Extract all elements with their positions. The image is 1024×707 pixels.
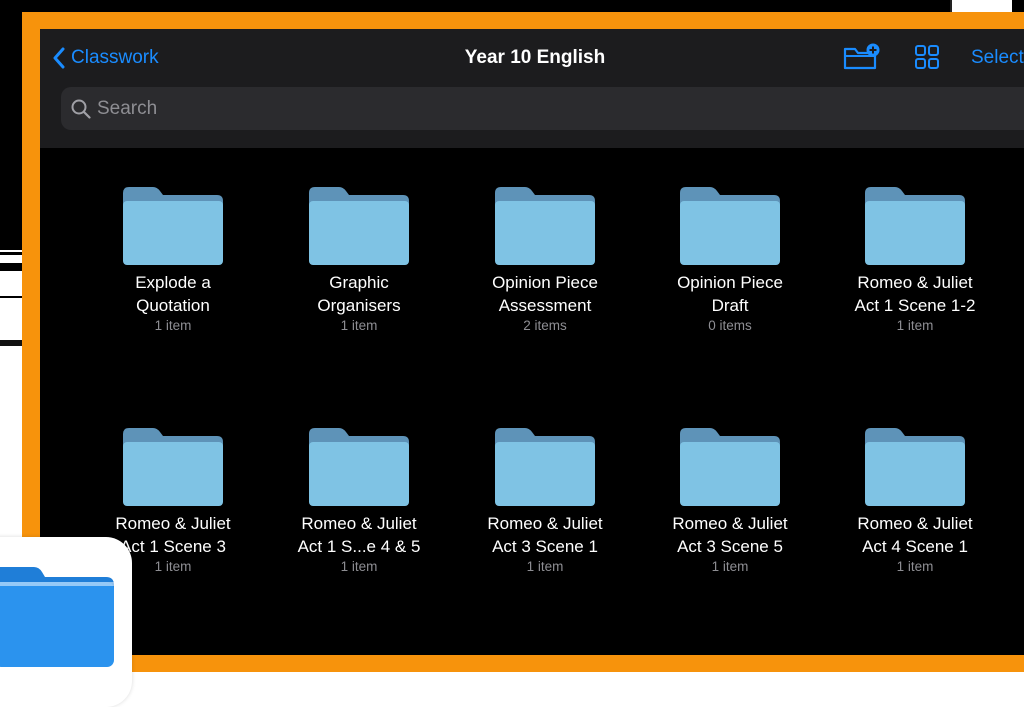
folder-item[interactable]: Romeo & Juliet Act 1 Scene 1-2 1 item	[830, 187, 1000, 333]
folder-icon	[680, 187, 780, 265]
folder-name: Act 4 Scene 1	[862, 537, 968, 556]
files-browser-window: Classwork Year 10 English Select Search …	[40, 29, 1024, 655]
folder-item-count: 0 items	[708, 318, 752, 333]
folder-item[interactable]: Explode a Quotation 1 item	[88, 187, 258, 333]
folder-item[interactable]: Romeo & Juliet Act 4 Scene 1 1 item	[830, 428, 1000, 574]
files-app-icon	[0, 537, 132, 707]
folder-item[interactable]: Romeo & Juliet Act 3 Scene 5 1 item	[645, 428, 815, 574]
folder-name: Organisers	[317, 296, 401, 315]
magnifier-icon	[71, 99, 91, 119]
folder-name: Act 3 Scene 5	[677, 537, 783, 556]
folder-icon	[495, 428, 595, 506]
folder-icon	[865, 428, 965, 506]
folder-item-count: 1 item	[154, 318, 192, 333]
folder-name: Romeo & Juliet	[487, 514, 603, 533]
folder-item-count: 1 item	[526, 559, 564, 574]
folder-item-count: 1 item	[896, 318, 934, 333]
folder-item-count: 1 item	[711, 559, 749, 574]
folder-icon	[309, 187, 409, 265]
folder-name: Opinion Piece	[677, 273, 783, 292]
folder-plus-icon[interactable]	[842, 43, 880, 71]
folder-item-count: 1 item	[896, 559, 934, 574]
folder-item-count: 1 item	[340, 559, 378, 574]
folder-name: Act 1 S...e 4 & 5	[297, 537, 421, 556]
folder-icon	[680, 428, 780, 506]
folder-icon	[0, 567, 114, 667]
folder-name: Quotation	[136, 296, 210, 315]
folder-name: Draft	[711, 296, 749, 315]
folder-item[interactable]: Romeo & Juliet Act 1 S...e 4 & 5 1 item	[274, 428, 444, 574]
folder-name: Opinion Piece	[492, 273, 598, 292]
select-button[interactable]: Select	[971, 47, 1024, 69]
folder-icon	[309, 428, 409, 506]
folder-item-count: 2 items	[523, 318, 567, 333]
folder-name: Romeo & Juliet	[857, 273, 973, 292]
navigation-header: Classwork Year 10 English Select Search	[40, 29, 1024, 148]
folder-icon	[123, 428, 223, 506]
folder-item[interactable]: Romeo & Juliet Act 3 Scene 1 1 item	[460, 428, 630, 574]
folder-name: Act 3 Scene 1	[492, 537, 598, 556]
folder-item[interactable]: Opinion Piece Assessment 2 items	[460, 187, 630, 333]
folder-name: Romeo & Juliet	[301, 514, 417, 533]
folder-icon	[865, 187, 965, 265]
folder-name: Romeo & Juliet	[857, 514, 973, 533]
folder-name: Romeo & Juliet	[672, 514, 788, 533]
folder-name: Explode a	[135, 273, 211, 292]
search-placeholder: Search	[97, 97, 158, 119]
folder-name: Romeo & Juliet	[115, 514, 231, 533]
folder-item[interactable]: Opinion Piece Draft 0 items	[645, 187, 815, 333]
folder-name: Assessment	[498, 296, 592, 315]
folder-name: Graphic	[329, 273, 389, 292]
folder-icon	[495, 187, 595, 265]
folder-item-count: 1 item	[340, 318, 378, 333]
search-input[interactable]: Search	[61, 87, 1024, 130]
folder-item[interactable]: Graphic Organisers 1 item	[274, 187, 444, 333]
folder-name: Act 1 Scene 1-2	[854, 296, 976, 315]
folder-icon	[123, 187, 223, 265]
grid-view-icon[interactable]	[914, 44, 940, 70]
